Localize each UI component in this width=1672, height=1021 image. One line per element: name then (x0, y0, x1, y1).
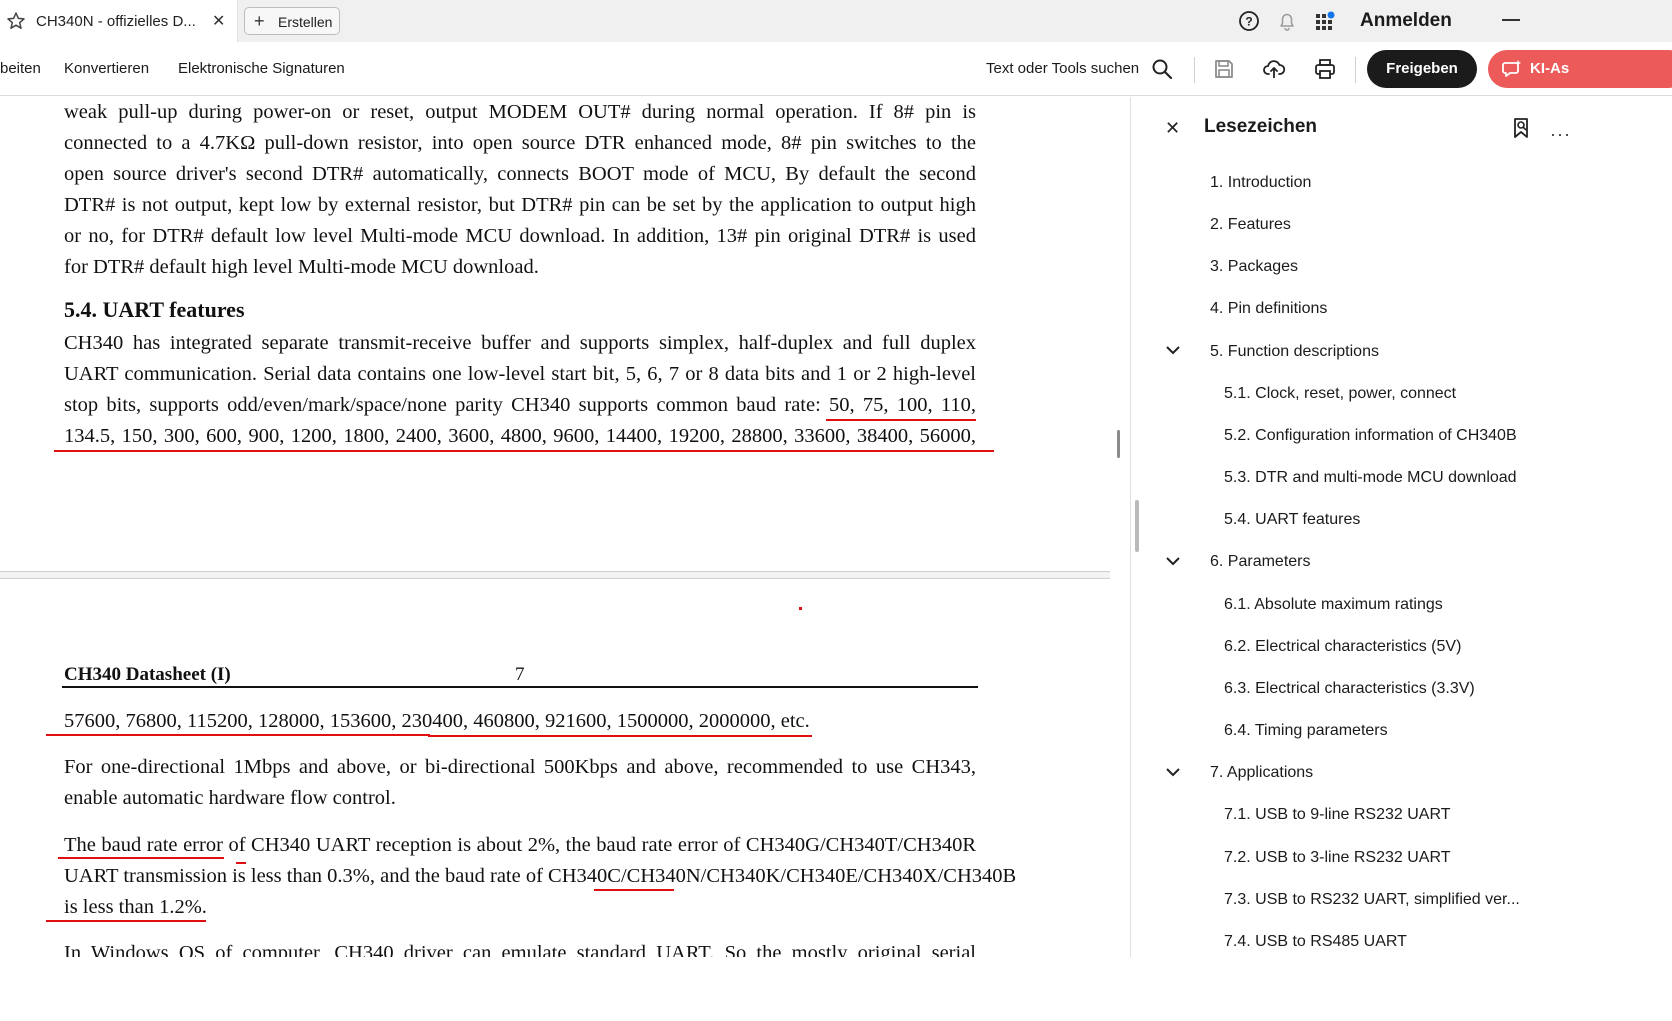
bookmark-item[interactable]: 3. Packages (1210, 258, 1298, 276)
annotation-underline[interactable] (46, 920, 206, 922)
section-heading: 5.4. UART features (64, 297, 245, 322)
bookmark-item[interactable]: 5. Function descriptions (1210, 343, 1379, 361)
browser-tab-bar: CH340N - offizielles D... ✕ + Erstellen … (0, 0, 1672, 42)
menu-e-signatures[interactable]: Elektronische Signaturen (178, 60, 345, 77)
minimize-icon[interactable] (1502, 19, 1520, 21)
bookmark-item[interactable]: 5.4. UART features (1224, 511, 1360, 529)
pdf-viewer[interactable]: weak pull-up during power-on or reset, o… (0, 97, 1110, 957)
share-button[interactable]: Freigeben (1367, 50, 1477, 88)
page-header-title: CH340 Datasheet (I) (64, 664, 231, 685)
bookmarks-scrollbar[interactable] (1135, 500, 1139, 552)
document-tab[interactable]: CH340N - offizielles D... ✕ (0, 0, 238, 42)
tools-search-label[interactable]: Text oder Tools suchen (986, 60, 1139, 77)
paragraph-uart: CH340 has integrated separate transmit-r… (64, 328, 976, 452)
page-separator (0, 571, 1110, 579)
menu-edit[interactable]: beiten (0, 60, 41, 77)
help-icon[interactable]: ? (1238, 10, 1260, 32)
chevron-down-icon[interactable] (1165, 556, 1181, 566)
upload-icon[interactable] (1262, 57, 1286, 81)
text-line: weak pull-up during power-on or reset, o… (64, 101, 976, 123)
paragraph-dtr: weak pull-up during power-on or reset, o… (64, 97, 976, 283)
text-line: connected to a 4.7KΩ pull-down resistor,… (64, 132, 976, 154)
tab-title: CH340N - offizielles D... (36, 13, 196, 30)
annotation-dot[interactable] (799, 607, 802, 610)
bookmark-item[interactable]: 5.2. Configuration information of CH340B (1224, 427, 1517, 445)
close-icon[interactable]: ✕ (1165, 118, 1180, 139)
more-icon[interactable]: ··· (1550, 124, 1571, 145)
text-line: enable automatic hardware flow control. (64, 787, 396, 809)
bell-icon[interactable] (1276, 10, 1298, 32)
bookmark-item[interactable]: 7. Applications (1210, 764, 1313, 782)
annotation-underline[interactable] (46, 734, 430, 736)
bookmark-item[interactable]: 7.3. USB to RS232 UART, simplified ver..… (1224, 891, 1520, 909)
splitter-handle[interactable] (1117, 430, 1120, 458)
ai-assistant-label: KI-As (1530, 60, 1570, 77)
bookmark-item[interactable]: 5.1. Clock, reset, power, connect (1224, 385, 1456, 403)
text-line: 57600, 76800, 115200, 128000, 153600, 23… (64, 710, 810, 732)
bookmark-item[interactable]: 7.2. USB to 3-line RS232 UART (1224, 849, 1450, 867)
create-button-label: Erstellen (278, 14, 333, 30)
paragraph-flow-control: For one-directional 1Mbps and above, or … (64, 752, 976, 814)
bookmark-item[interactable]: 1. Introduction (1210, 174, 1311, 192)
plus-icon: + (254, 11, 265, 31)
text-line: open source driver's second DTR# automat… (64, 163, 976, 185)
paragraph-baud-list: 57600, 76800, 115200, 128000, 153600, 23… (64, 706, 976, 737)
text-line: UART transmission is less than 0.3%, and… (64, 865, 1017, 887)
chevron-down-icon[interactable] (1165, 767, 1181, 777)
text-line: 134.5, 150, 300, 600, 900, 1200, 1800, 2… (64, 425, 976, 447)
bottom-blank-area (0, 957, 1672, 1021)
text-line: In Windows OS of computer, CH340 driver … (64, 942, 976, 957)
apps-icon[interactable] (1314, 10, 1336, 32)
text-line: For one-directional 1Mbps and above, or … (64, 756, 976, 778)
create-button[interactable]: + Erstellen (244, 7, 340, 35)
annotation-mark[interactable] (236, 862, 246, 864)
text-line: stop bits, supports odd/even/mark/space/… (64, 394, 976, 416)
header-rule (62, 686, 978, 688)
bookmark-item[interactable]: 6.3. Electrical characteristics (3.3V) (1224, 680, 1475, 698)
bookmark-item[interactable]: 2. Features (1210, 216, 1291, 234)
text-line: CH340 has integrated separate transmit-r… (64, 332, 976, 354)
text-line: is less than 1.2%. (64, 896, 207, 918)
text-line: DTR# is not output, kept low by external… (64, 194, 976, 216)
toolbar-divider (1355, 57, 1356, 83)
bookmark-item[interactable]: 5.3. DTR and multi-mode MCU download (1224, 469, 1517, 487)
paragraph-baud-error: The baud rate error of CH340 UART recept… (64, 830, 1017, 923)
ai-assistant-icon (1502, 60, 1521, 77)
bookmark-add-icon[interactable] (1512, 117, 1532, 139)
toolbar-divider (1194, 57, 1195, 83)
ai-assistant-button[interactable]: KI-As (1488, 50, 1672, 88)
bookmark-item[interactable]: 6.4. Timing parameters (1224, 722, 1388, 740)
bookmark-item[interactable]: 4. Pin definitions (1210, 300, 1327, 318)
chevron-down-icon[interactable] (1165, 345, 1181, 355)
print-icon[interactable] (1313, 57, 1337, 81)
star-icon[interactable] (6, 11, 26, 31)
page-number: 7 (515, 664, 525, 685)
bookmark-item[interactable]: 6.2. Electrical characteristics (5V) (1224, 638, 1461, 656)
bookmark-item[interactable]: 6. Parameters (1210, 553, 1310, 571)
bookmark-item[interactable]: 6.1. Absolute maximum ratings (1224, 596, 1443, 614)
bookmark-item[interactable]: 7.4. USB to RS485 UART (1224, 933, 1407, 951)
text-line: UART communication. Serial data contains… (64, 363, 976, 385)
menu-convert[interactable]: Konvertieren (64, 60, 149, 77)
save-icon[interactable] (1212, 57, 1236, 81)
text-line: for DTR# default high level Multi-mode M… (64, 256, 539, 278)
annotation-underline[interactable] (54, 450, 994, 452)
annotation-underline[interactable] (428, 735, 812, 737)
close-icon[interactable]: ✕ (212, 11, 225, 31)
annotation-underline[interactable] (826, 419, 976, 421)
search-icon[interactable] (1150, 57, 1174, 81)
signin-button[interactable]: Anmelden (1360, 10, 1452, 32)
annotation-underline[interactable] (58, 857, 224, 859)
bookmarks-title: Lesezeichen (1204, 116, 1317, 137)
paragraph-windows: In Windows OS of computer, CH340 driver … (64, 938, 976, 957)
app-toolbar: beiten Konvertieren Elektronische Signat… (0, 42, 1672, 96)
annotation-underline[interactable] (594, 889, 674, 891)
svg-text:?: ? (1245, 15, 1252, 29)
text-line: or no, for DTR# default low level Multi-… (64, 225, 976, 247)
bookmark-item[interactable]: 7.1. USB to 9-line RS232 UART (1224, 806, 1450, 824)
